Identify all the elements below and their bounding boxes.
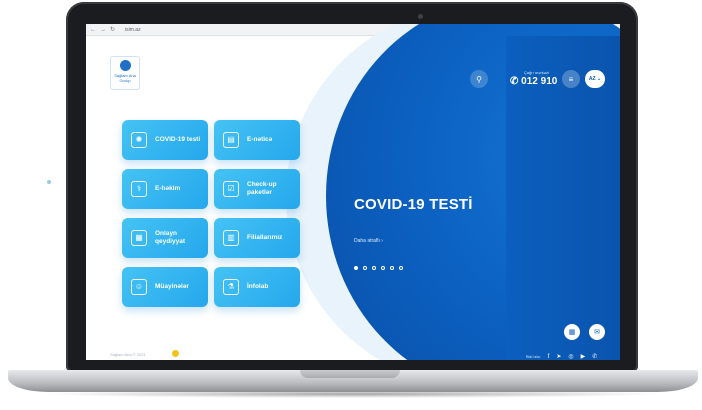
service-tile-label: Check-up paketlər [247, 181, 277, 196]
service-tile[interactable]: ✺ COVID-19 testi [122, 120, 208, 160]
developer-logo-icon [172, 350, 179, 357]
slider-dots [354, 266, 403, 270]
logo-text: Sağlam Ana Group [114, 73, 136, 83]
checklist-icon: ☑ [223, 181, 239, 197]
language-selector[interactable]: AZ ⌄ [585, 70, 605, 88]
service-tile-label: Müayinələr [155, 283, 189, 290]
search-button[interactable]: ⚲ [470, 70, 488, 88]
slider-dot[interactable] [372, 266, 376, 270]
service-tile-label: E-həkim [155, 185, 181, 192]
logo-drop-icon [119, 60, 131, 71]
building-icon: ▥ [223, 230, 239, 246]
service-tile-label: E-nəticə [247, 136, 273, 143]
slider-dot[interactable] [354, 266, 358, 270]
copyright-text: Sağlam Ana © 2021 [110, 352, 146, 357]
search-icon: ⚲ [476, 74, 482, 84]
website-page: Sağlam Ana Group ✺ COVID-19 testi ▤ E-nətic… [86, 24, 620, 361]
camera-dot [418, 14, 423, 19]
service-tile[interactable]: ▦ Onlayn qeydiyyat [122, 218, 208, 258]
calendar-icon: ▦ [131, 230, 147, 246]
screen: ← → ↻ isim.az Sağlam Ana Group ✺ COVID-19… [86, 24, 620, 360]
slider-dot[interactable] [381, 266, 385, 270]
laptop-mockup: ← → ↻ isim.az Sağlam Ana Group ✺ COVID-19… [0, 0, 702, 410]
hero-more-link[interactable]: Daha ətraflı › [354, 238, 383, 244]
virus-icon: ✺ [131, 132, 147, 148]
address-bar[interactable]: isim.az [125, 27, 141, 33]
calculator-button[interactable]: ▦ [564, 324, 580, 340]
calculator-icon: ▦ [568, 329, 576, 336]
developer-credit[interactable] [172, 350, 179, 357]
chat-button[interactable]: ✉ [589, 324, 605, 340]
decorative-dot [47, 180, 51, 184]
document-icon: ▤ [223, 132, 239, 148]
call-center-label: Çağrı mərkəzi [524, 70, 549, 75]
chat-icon: ✉ [594, 329, 600, 336]
whatsapp-icon[interactable]: ✆ [592, 353, 597, 360]
social-label: Bizi izlə: [526, 354, 541, 359]
phone-number[interactable]: ✆ 012 910 [510, 76, 557, 87]
service-tile[interactable]: ☑ Check-up paketlər [214, 169, 300, 209]
social-links: Bizi izlə: f ➤ ◎ ▶ ✆ [526, 353, 597, 361]
people-icon: ☺ [131, 279, 147, 295]
service-tile[interactable]: ▤ E-nəticə [214, 120, 300, 160]
service-tile-label: İnfolab [247, 283, 269, 290]
reload-icon[interactable]: ↻ [110, 24, 115, 36]
service-tile[interactable]: ⚗ İnfolab [214, 267, 300, 307]
forward-icon[interactable]: → [100, 24, 106, 36]
youtube-icon[interactable]: ▶ [581, 353, 586, 360]
doctor-icon: ⚕ [131, 181, 147, 197]
slider-dot[interactable] [390, 266, 394, 270]
facebook-icon[interactable]: f [548, 354, 550, 360]
instagram-icon[interactable]: ◎ [568, 353, 573, 360]
service-tile-label: COVID-19 testi [155, 136, 201, 143]
slider-dot[interactable] [363, 266, 367, 270]
laptop-notch [300, 370, 400, 378]
service-tile[interactable]: ▥ Filiallarımız [214, 218, 300, 258]
slider-dot[interactable] [399, 266, 403, 270]
service-tile-label: Onlayn qeydiyyat [155, 230, 185, 245]
lab-icon: ⚗ [223, 279, 239, 295]
menu-button[interactable]: ≡ [562, 70, 580, 88]
hero-title: COVID-19 TESTİ [354, 196, 473, 213]
service-tile[interactable]: ⚕ E-həkim [122, 169, 208, 209]
service-tile-label: Filiallarımız [247, 234, 283, 241]
telegram-icon[interactable]: ➤ [556, 353, 561, 360]
hamburger-icon: ≡ [568, 74, 574, 84]
service-tile[interactable]: ☺ Müayinələr [122, 267, 208, 307]
back-icon[interactable]: ← [90, 24, 96, 36]
site-logo[interactable]: Sağlam Ana Group [110, 56, 140, 90]
